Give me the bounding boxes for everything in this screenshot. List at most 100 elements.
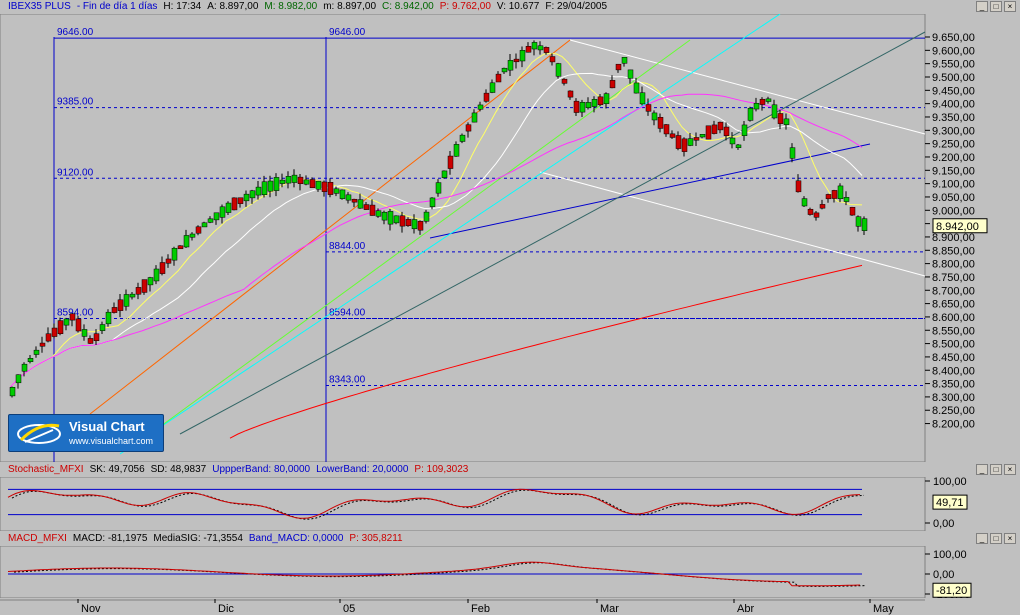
candle-body xyxy=(603,93,610,104)
candle-body xyxy=(441,170,448,178)
y-tick-label: 100,00 xyxy=(933,549,967,561)
current-price-label: 8.942,00 xyxy=(936,221,979,233)
candle-body xyxy=(855,216,862,227)
candle-body xyxy=(711,124,718,134)
y-tick-label: 9.350,00 xyxy=(932,112,975,124)
minimize-icon[interactable]: _ xyxy=(976,1,988,12)
maximize-icon[interactable]: □ xyxy=(990,533,1002,544)
candle-body xyxy=(693,137,700,141)
candle-body xyxy=(771,104,778,119)
candle-body xyxy=(609,80,616,89)
candle-body xyxy=(177,245,184,250)
y-tick-label: 8.500,00 xyxy=(932,339,975,351)
maximize-icon[interactable]: □ xyxy=(990,1,1002,12)
candle-body xyxy=(519,50,526,62)
plot-border xyxy=(0,546,926,598)
y-tick-label: 8.200,00 xyxy=(932,419,975,431)
macd-signal-line xyxy=(13,562,867,587)
candle-body xyxy=(333,188,340,194)
y-tick-label: 9.100,00 xyxy=(932,179,975,191)
y-tick-label: 9.600,00 xyxy=(932,45,975,57)
candle-body xyxy=(795,180,802,193)
price-chart-header: IBEX35 PLUS - Fin de día 1 días H: 17:34 A:… xyxy=(0,0,1020,14)
candle-body xyxy=(225,202,232,213)
candle-body xyxy=(189,233,196,238)
stochastic-p: P: 109,3023 xyxy=(414,464,469,475)
macd-p: P: 305,8211 xyxy=(349,533,403,544)
x-tick-label: Nov xyxy=(81,603,101,615)
candle-body xyxy=(429,197,436,207)
y-tick-label: 8.850,00 xyxy=(932,245,975,257)
x-tick-label: Feb xyxy=(471,603,490,615)
candle-body xyxy=(627,69,634,79)
candle-body xyxy=(231,197,238,211)
visual-chart-logo: Visual Chart www.visualchart.com xyxy=(8,414,164,452)
candle-body xyxy=(447,155,454,169)
moving-average-short xyxy=(9,52,863,388)
y-tick-label: 9.550,00 xyxy=(932,59,975,71)
stochastic-plot[interactable]: 100,00 0,00 49,71 xyxy=(0,477,1020,531)
candle-body xyxy=(783,118,790,125)
level-label: 9120.00 xyxy=(57,167,94,178)
candle-body xyxy=(105,311,112,325)
candle-body xyxy=(813,212,820,218)
candle-body xyxy=(663,124,670,135)
candle-body xyxy=(411,219,418,230)
price-chart-plot[interactable]: 9.650,009.600,00 9.550,009.500,009.450,00… xyxy=(0,14,1020,462)
trend-line xyxy=(119,14,781,455)
price-chart-pane[interactable]: IBEX35 PLUS - Fin de día 1 días H: 17:34 A:… xyxy=(0,0,1020,462)
candle-body xyxy=(477,104,484,110)
candle-body xyxy=(255,186,262,196)
candle-body xyxy=(555,63,562,77)
candle-body xyxy=(759,98,766,105)
candle-body xyxy=(297,176,304,184)
candle-body xyxy=(789,147,796,159)
candle-body xyxy=(69,313,76,321)
candle-body xyxy=(729,137,736,145)
minimize-icon[interactable]: _ xyxy=(976,464,988,475)
plot-border xyxy=(0,477,926,531)
candle-body xyxy=(633,82,640,94)
current-value-label: -81,20 xyxy=(936,585,967,597)
candle-body xyxy=(321,181,328,192)
candle-body xyxy=(681,138,688,152)
price-pane-window-buttons: _ □ × xyxy=(976,1,1016,12)
macd-pane[interactable]: MACD_MFXI MACD: -81,1975 MediaSIG: -71,355… xyxy=(0,532,1020,598)
y-tick-label: 8.650,00 xyxy=(932,299,975,311)
candle-body xyxy=(381,211,388,221)
macd-plot[interactable]: 100,000,00-100,00-81,20 xyxy=(0,546,1020,598)
maximize-icon[interactable]: □ xyxy=(990,464,1002,475)
candle-body xyxy=(87,338,94,344)
y-tick-label: 8.700,00 xyxy=(932,285,975,297)
candle-body xyxy=(489,82,496,93)
candle-body xyxy=(501,67,508,73)
candle-body xyxy=(669,133,676,138)
close-icon[interactable]: × xyxy=(1004,464,1016,475)
y-tick-label: 8.450,00 xyxy=(932,352,975,364)
candle-body xyxy=(57,320,64,335)
candle-body xyxy=(339,189,346,199)
candle-body xyxy=(369,204,376,216)
low-label: m: 8.897,00 xyxy=(323,1,377,12)
candle-body xyxy=(579,102,586,113)
candle-body xyxy=(621,56,628,64)
close-icon[interactable]: × xyxy=(1004,1,1016,12)
minimize-icon[interactable]: _ xyxy=(976,533,988,544)
candle-body xyxy=(249,190,256,199)
candle-body xyxy=(675,135,682,149)
candle-body xyxy=(387,211,394,225)
level-label: 9646.00 xyxy=(57,27,94,38)
stochastic-sk-line xyxy=(7,488,861,519)
y-tick-label: 0,00 xyxy=(933,518,954,530)
candle-body xyxy=(525,46,532,53)
y-tick-label: 9.650,00 xyxy=(932,32,975,44)
candle-body xyxy=(537,45,544,51)
candle-body xyxy=(549,56,556,63)
candle-body xyxy=(357,199,364,209)
stochastic-pane[interactable]: Stochastic_MFXI SK: 49,7056 SD: 48,9837 Upp… xyxy=(0,463,1020,531)
close-icon[interactable]: × xyxy=(1004,533,1016,544)
y-tick-label: 8.350,00 xyxy=(932,379,975,391)
candle-body xyxy=(309,179,316,189)
candle-body xyxy=(399,215,406,227)
candle-body xyxy=(165,258,172,264)
